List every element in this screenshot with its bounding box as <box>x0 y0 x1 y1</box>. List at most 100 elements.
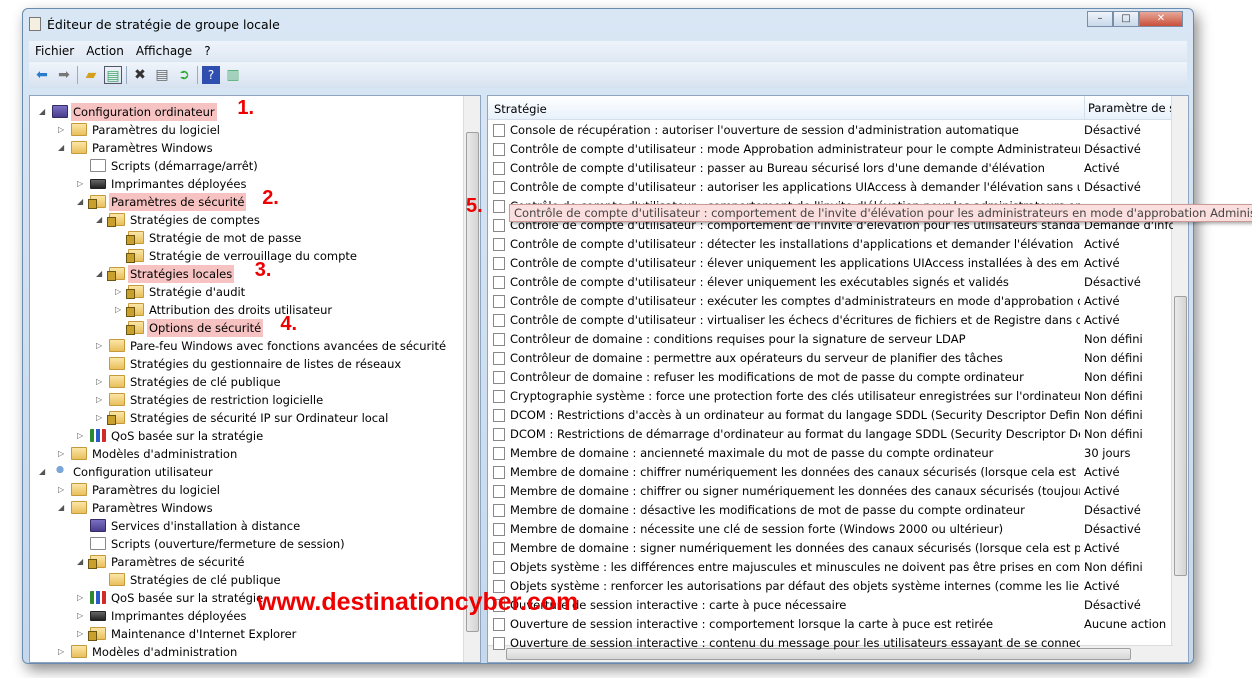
tree-item[interactable]: ▷ Maintenance d'Internet Explorer <box>30 625 460 643</box>
minimize-button[interactable]: – <box>1087 11 1113 27</box>
tree-item[interactable]: Scripts (démarrage/arrêt) <box>30 157 460 175</box>
column-strategie[interactable]: Stratégie <box>494 102 547 116</box>
expand-arrow-icon[interactable]: ▷ <box>77 427 83 445</box>
tree-item[interactable]: ◢ Configuration utilisateur <box>30 463 460 481</box>
title-bar[interactable]: Éditeur de stratégie de groupe locale – … <box>23 9 1193 39</box>
expand-arrow-icon[interactable]: ▷ <box>77 175 83 193</box>
expand-arrow-icon[interactable]: ▷ <box>115 301 121 319</box>
tree-item[interactable]: ▷ Paramètres du logiciel <box>30 481 460 499</box>
tree-item[interactable]: ◢ Paramètres de sécurité 2. <box>30 188 460 211</box>
tree-item[interactable]: Stratégies de clé publique <box>30 571 460 589</box>
policy-row[interactable]: Membre de domaine : ancienneté maximale … <box>488 444 1173 463</box>
show-hide-tree-icon[interactable]: ▤ <box>104 66 122 84</box>
back-icon[interactable]: ⬅ <box>33 66 51 84</box>
collapse-arrow-icon[interactable]: ◢ <box>39 103 45 121</box>
menu-help[interactable]: ? <box>198 44 216 58</box>
show-action-pane-icon[interactable]: ▥ <box>224 66 242 84</box>
expand-arrow-icon[interactable]: ▷ <box>96 373 102 391</box>
policy-row[interactable]: Contrôle de compte d'utilisateur : éleve… <box>488 273 1173 292</box>
expand-arrow-icon[interactable]: ▷ <box>58 121 64 139</box>
tree-item[interactable]: ▷ Stratégies de sécurité IP sur Ordinateu… <box>30 409 460 427</box>
properties-icon[interactable]: ▤ <box>153 66 171 84</box>
tree-item[interactable]: ▷ QoS basée sur la stratégie <box>30 427 460 445</box>
tree-item[interactable]: ▷ Pare-feu Windows avec fonctions avancée… <box>30 337 460 355</box>
expand-arrow-icon[interactable]: ▷ <box>77 625 83 643</box>
export-icon[interactable]: ➲ <box>175 66 193 84</box>
policy-row[interactable]: Contrôle de compte d'utilisateur : mode … <box>488 140 1173 159</box>
policy-row[interactable]: Membre de domaine : nécessite une clé de… <box>488 520 1173 539</box>
tree-item[interactable]: ◢ Paramètres Windows <box>30 499 460 517</box>
tree-item[interactable]: Stratégies du gestionnaire de listes de … <box>30 355 460 373</box>
policy-row[interactable]: Contrôle de compte d'utilisateur : éleve… <box>488 254 1173 273</box>
expand-arrow-icon[interactable]: ▷ <box>77 607 83 625</box>
expand-arrow-icon[interactable]: ▷ <box>77 589 83 607</box>
expand-arrow-icon[interactable]: ▷ <box>58 643 64 661</box>
up-folder-icon[interactable]: ▰ <box>82 66 100 84</box>
policy-row[interactable]: Cryptographie système : force une protec… <box>488 387 1173 406</box>
policy-row[interactable]: Ouverture de session interactive : carte… <box>488 596 1173 615</box>
policy-row[interactable]: Console de récupération : autoriser l'ou… <box>488 121 1173 140</box>
collapse-arrow-icon[interactable]: ◢ <box>77 193 83 211</box>
policy-row[interactable]: Membre de domaine : chiffrer numériqueme… <box>488 463 1173 482</box>
tree-item[interactable]: ▷ Stratégies de clé publique <box>30 373 460 391</box>
menu-fichier[interactable]: Fichier <box>29 44 80 58</box>
tree-item[interactable]: ▷ Attribution des droits utilisateur <box>30 301 460 319</box>
tree-item[interactable]: Stratégie de verrouillage du compte <box>30 247 460 265</box>
tree-item[interactable]: ◢ Configuration ordinateur 1. <box>30 98 460 121</box>
collapse-arrow-icon[interactable]: ◢ <box>58 139 64 157</box>
tree-item[interactable]: ▷ Paramètres du logiciel <box>30 121 460 139</box>
policy-row[interactable]: Contrôle de compte d'utilisateur : détec… <box>488 235 1173 254</box>
policy-row[interactable]: Membre de domaine : chiffrer ou signer n… <box>488 482 1173 501</box>
policy-row[interactable]: Objets système : les différences entre m… <box>488 558 1173 577</box>
scrollbar-thumb[interactable] <box>1174 296 1187 576</box>
menu-action[interactable]: Action <box>80 44 130 58</box>
policy-row[interactable]: Ouverture de session interactive : conte… <box>488 634 1173 653</box>
expand-arrow-icon[interactable]: ▷ <box>58 481 64 499</box>
expand-arrow-icon[interactable]: ▷ <box>58 445 64 463</box>
tree-item[interactable]: Options de sécurité 4. <box>30 314 460 337</box>
expand-arrow-icon[interactable]: ▷ <box>96 337 102 355</box>
maximize-button[interactable]: □ <box>1113 11 1139 27</box>
menu-affichage[interactable]: Affichage <box>130 44 198 58</box>
policy-row[interactable]: Contrôle de compte d'utilisateur : virtu… <box>488 311 1173 330</box>
forward-icon[interactable]: ➡ <box>55 66 73 84</box>
tree-item[interactable]: ▷ Modèles d'administration <box>30 445 460 463</box>
tree-item[interactable]: ▷ Stratégie d'audit <box>30 283 460 301</box>
policy-row[interactable]: DCOM : Restrictions de démarrage d'ordin… <box>488 425 1173 444</box>
policy-row[interactable]: Membre de domaine : désactive les modifi… <box>488 501 1173 520</box>
policy-row[interactable]: Contrôleur de domaine : conditions requi… <box>488 330 1173 349</box>
collapse-arrow-icon[interactable]: ◢ <box>96 265 102 283</box>
close-button[interactable]: ✕ <box>1139 11 1183 27</box>
column-parametre[interactable]: Paramètre de sé <box>1084 96 1174 120</box>
tree-item[interactable]: ◢ Paramètres de sécurité <box>30 553 460 571</box>
delete-icon[interactable]: ✖ <box>131 66 149 84</box>
tree-item[interactable]: Stratégie de mot de passe <box>30 229 460 247</box>
policy-row[interactable]: Contrôleur de domaine : permettre aux op… <box>488 349 1173 368</box>
tree-item[interactable]: ◢ Paramètres Windows <box>30 139 460 157</box>
collapse-arrow-icon[interactable]: ◢ <box>96 211 102 229</box>
policy-row[interactable]: Contrôle de compte d'utilisateur : autor… <box>488 178 1173 197</box>
policy-row[interactable]: Contrôle de compte d'utilisateur : exécu… <box>488 292 1173 311</box>
tree-item[interactable]: ▷ Modèles d'administration <box>30 643 460 661</box>
tree-item[interactable]: Services d'installation à distance <box>30 517 460 535</box>
help-icon[interactable]: ? <box>202 66 220 84</box>
tree-item[interactable]: ▷ Stratégies de restriction logicielle <box>30 391 460 409</box>
expand-arrow-icon[interactable]: ▷ <box>96 391 102 409</box>
policy-row[interactable]: Ouverture de session interactive : compo… <box>488 615 1173 634</box>
collapse-arrow-icon[interactable]: ◢ <box>39 463 45 481</box>
tree-item[interactable]: ▷ Imprimantes déployées <box>30 175 460 193</box>
policy-row[interactable]: Membre de domaine : signer numériquement… <box>488 539 1173 558</box>
policy-row[interactable]: Contrôleur de domaine : refuser les modi… <box>488 368 1173 387</box>
policy-row[interactable]: Contrôle de compte d'utilisateur : passe… <box>488 159 1173 178</box>
tree-item[interactable]: ◢ Stratégies locales 3. <box>30 260 460 283</box>
tree-scrollbar[interactable] <box>463 96 480 662</box>
collapse-arrow-icon[interactable]: ◢ <box>77 553 83 571</box>
policy-row[interactable]: Objets système : renforcer les autorisat… <box>488 577 1173 596</box>
expand-arrow-icon[interactable]: ▷ <box>96 409 102 427</box>
policy-row[interactable]: DCOM : Restrictions d'accès à un ordinat… <box>488 406 1173 425</box>
expand-arrow-icon[interactable]: ▷ <box>115 283 121 301</box>
list-scrollbar[interactable] <box>1171 96 1188 662</box>
tree-item[interactable]: Scripts (ouverture/fermeture de session) <box>30 535 460 553</box>
collapse-arrow-icon[interactable]: ◢ <box>58 499 64 517</box>
tree-item[interactable]: ◢ Stratégies de comptes <box>30 211 460 229</box>
